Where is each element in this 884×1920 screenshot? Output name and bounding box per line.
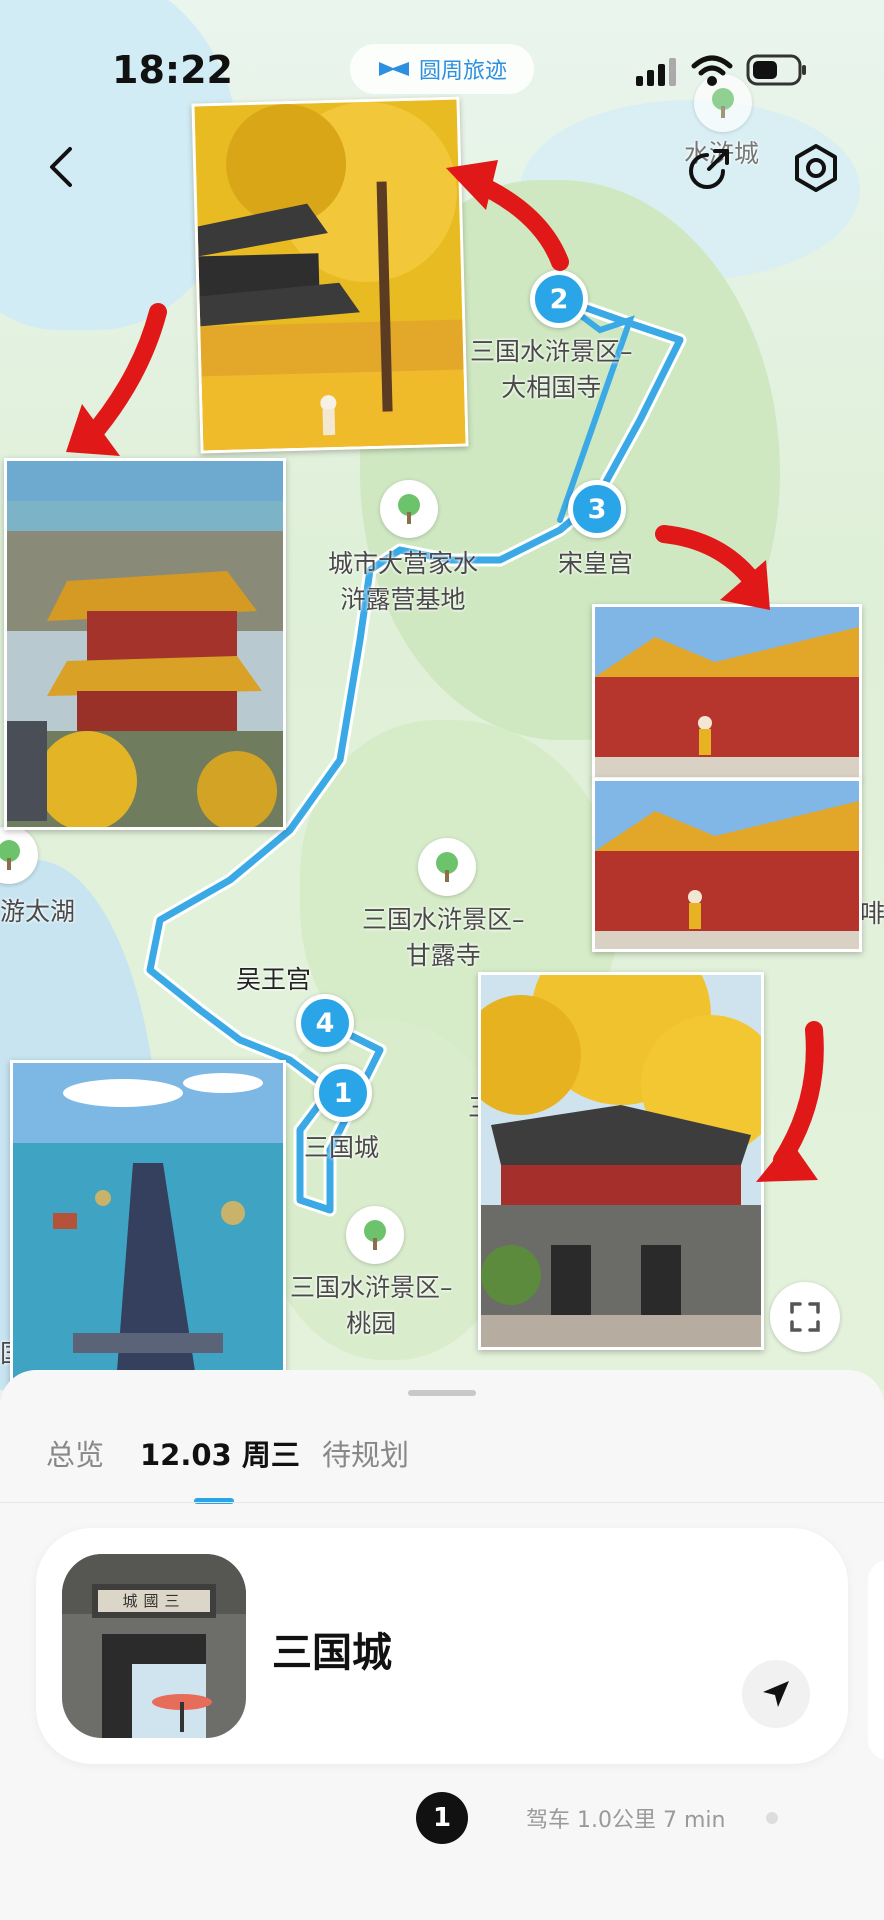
- pager-dot: [766, 1812, 778, 1824]
- signal-icon: [634, 56, 678, 86]
- route-summary: 驾车 1.0公里 7 min: [526, 1808, 726, 1833]
- tab-to-plan[interactable]: 待规划: [322, 1432, 409, 1474]
- map-view[interactable]: 水浒城 三国水浒景区– 大相国寺 宋皇宫 城市大营家水 浒露营基地 游太湖 三国…: [0, 0, 884, 1390]
- tab-overview[interactable]: 总览: [46, 1432, 104, 1474]
- navigate-button[interactable]: [742, 1660, 810, 1728]
- expand-icon: [790, 1302, 820, 1332]
- fullscreen-button[interactable]: [770, 1282, 840, 1352]
- annotation-arrows: [66, 160, 824, 1182]
- route-step-badge: 1: [416, 1792, 468, 1844]
- next-card-peek: [868, 1560, 884, 1760]
- place-name: 三国城: [272, 1630, 392, 1676]
- tab-day-1203[interactable]: 12.03 周三: [140, 1432, 300, 1474]
- share-arrow-icon: [689, 149, 729, 189]
- back-button[interactable]: [36, 136, 86, 198]
- active-tab-indicator: [194, 1498, 234, 1504]
- tab-divider: [0, 1502, 884, 1503]
- wifi-icon: [690, 52, 734, 88]
- settings-button[interactable]: [784, 136, 848, 200]
- share-button[interactable]: [680, 140, 738, 198]
- battery-icon: [746, 54, 808, 86]
- gear-icon: [795, 144, 837, 192]
- gate-sign-text: 城國三: [122, 1592, 186, 1610]
- sheet-drag-handle[interactable]: [408, 1390, 476, 1396]
- status-time: 18:22: [112, 48, 233, 92]
- brand-logo-icon: [378, 62, 409, 76]
- brand-name: 圆周旅迹: [418, 59, 507, 84]
- chevron-left-icon: [50, 147, 72, 187]
- navigation-arrow-icon: [763, 1681, 789, 1707]
- brand-pill[interactable]: 圆周旅迹: [350, 44, 534, 94]
- place-thumbnail[interactable]: 城國三: [62, 1554, 246, 1738]
